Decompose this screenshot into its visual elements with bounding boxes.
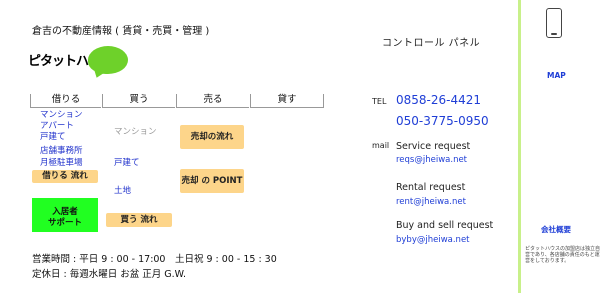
mail-label: mail [372, 141, 390, 150]
rent-links: マンション アパート 戸建て 店舗事務所 月極駐車場 [40, 110, 83, 169]
franchise-note: ピタットハウスの加盟店は独立自営であり、各店舗の責任のもと運営をしております。 [525, 246, 600, 264]
sell-flow-button[interactable]: 売却の流れ [180, 125, 244, 149]
map-link[interactable]: MAP [547, 71, 566, 80]
buy-link-house[interactable]: 戸建て [114, 158, 140, 169]
tel-label: TEL [372, 97, 387, 106]
tab-lend[interactable]: 貸す [250, 94, 324, 108]
phone-number-2[interactable]: 050-3775-0950 [396, 114, 489, 128]
phone-number-1[interactable]: 0858-26-4421 [396, 93, 481, 107]
buy-sell-request-title: Buy and sell request [396, 220, 494, 231]
right-sidebar: MAP 会社概要 ピタットハウスの加盟店は独立自営であり、各店舗の責任のもと運営… [518, 0, 600, 293]
tenant-support-line1: 入居者 [52, 207, 78, 217]
pitat-house-logo[interactable]: ピタットハウス [28, 44, 128, 82]
business-hours: 営業時間 : 平日 9 : 00 - 17:00 土日祝 9 : 00 - 15… [32, 254, 277, 265]
control-panel-title: コントロール パネル [382, 38, 481, 49]
rental-request-title: Rental request [396, 182, 466, 193]
rent-link-mansion[interactable]: マンション [40, 110, 83, 121]
rent-link-shop-office[interactable]: 店舗事務所 [40, 146, 83, 157]
company-profile-link[interactable]: 会社概要 [541, 224, 571, 235]
tenant-support-line2: サポート [47, 218, 82, 228]
holidays: 定休日 : 毎週水曜日 お盆 正月 G.W. [32, 269, 187, 280]
rent-link-parking[interactable]: 月極駐車場 [40, 158, 83, 169]
rental-request-email[interactable]: rent@jheiwa.net [396, 197, 466, 207]
buy-flow-button[interactable]: 買う 流れ [106, 213, 172, 227]
rent-link-house[interactable]: 戸建て [40, 132, 83, 143]
rent-link-apartment[interactable]: アパート [40, 121, 83, 132]
service-request-title: Service request [396, 141, 471, 152]
sell-point-button[interactable]: 売却 の POINT [180, 169, 244, 193]
rent-flow-button[interactable]: 借りる 流れ [32, 170, 98, 183]
tab-sell[interactable]: 売る [176, 94, 249, 108]
smartphone-icon[interactable] [546, 8, 562, 38]
buy-link-mansion[interactable]: マンション [114, 125, 157, 137]
service-request-email[interactable]: reqs@jheiwa.net [396, 155, 467, 165]
site-tagline: 倉吉の不動産情報 ( 賃貸・売買・管理 ) [32, 26, 210, 37]
buy-sell-request-email[interactable]: byby@jheiwa.net [396, 235, 470, 245]
tenant-support-button[interactable]: 入居者 サポート [32, 198, 98, 232]
buy-link-land[interactable]: 土地 [114, 186, 131, 197]
tab-buy[interactable]: 買う [102, 94, 175, 108]
tab-rent[interactable]: 借りる [30, 94, 101, 108]
